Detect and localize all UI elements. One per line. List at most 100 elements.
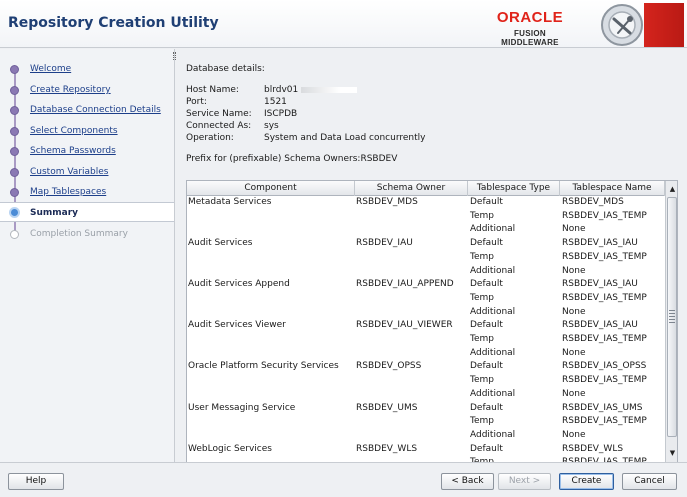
cell-tablespace-name: None <box>562 306 586 317</box>
cell-tablespace-type: Additional <box>470 306 516 317</box>
col-header-component[interactable]: Component <box>187 181 355 196</box>
table-row[interactable]: Additional None <box>187 306 665 320</box>
table-row[interactable]: User Messaging Service RSBDEV_UMS Default R… <box>187 402 665 416</box>
scroll-grip-icon <box>669 310 675 324</box>
table-row[interactable]: Temp RSBDEV_IAS_TEMP <box>187 210 665 224</box>
fusion-middleware-text: FUSION MIDDLEWARE <box>501 29 559 47</box>
table-row[interactable]: Oracle Platform Security Services RSBDEV_… <box>187 360 665 374</box>
table-row[interactable]: Metadata Services RSBDEV_MDS Default RSBDEV… <box>187 196 665 210</box>
step-status-icon <box>10 230 19 239</box>
cell-tablespace-type: Default <box>470 197 503 207</box>
table-row[interactable]: Additional None <box>187 388 665 402</box>
cell-tablespace-name: RSBDEV_IAS_TEMP <box>562 292 647 303</box>
col-header-tablespace-name[interactable]: Tablespace Name <box>560 181 665 196</box>
operation-value: System and Data Load concurrently <box>264 133 426 143</box>
oracle-brand-text: ORACLE <box>496 9 564 26</box>
service-name-label: Service Name: <box>186 109 252 119</box>
cell-tablespace-type: Default <box>470 238 503 249</box>
table-row[interactable]: Audit Services Append RSBDEV_IAU_APPEND De… <box>187 278 665 292</box>
table-header: Component Schema Owner Tablespace Type T… <box>187 181 665 196</box>
col-header-tablespace-type[interactable]: Tablespace Type <box>468 181 560 196</box>
fusion-emblem-icon <box>601 4 643 46</box>
step-status-icon <box>10 147 19 156</box>
nav-step-custom-variables[interactable]: Custom Variables <box>0 162 174 182</box>
nav-step-label: Create Repository <box>30 85 111 95</box>
oracle-logo: ORACLE FUSION MIDDLEWARE <box>488 9 572 48</box>
nav-step-label: Map Tablespaces <box>30 187 107 197</box>
step-status-icon <box>9 207 20 218</box>
step-status-icon <box>10 106 19 115</box>
cell-schema-owner: RSBDEV_IAU_VIEWER <box>356 320 453 331</box>
cell-component: Oracle Platform Security Services <box>188 361 339 372</box>
table-row[interactable]: Audit Services RSBDEV_IAU Default RSBDEV_IA… <box>187 237 665 251</box>
cell-component: Metadata Services <box>188 197 272 207</box>
host-name-row: Host Name: blrdv01 <box>186 85 358 95</box>
nav-step-map-tablespaces[interactable]: Map Tablespaces <box>0 182 174 202</box>
connected-as-row: Connected As: sys <box>186 121 279 131</box>
nav-step-database-connection-details[interactable]: Database Connection Details <box>0 100 174 120</box>
redaction-mask <box>301 86 358 93</box>
help-button[interactable]: Help <box>8 473 64 490</box>
nav-step-label: Select Components <box>30 126 118 136</box>
table-row[interactable]: Temp RSBDEV_IAS_TEMP <box>187 251 665 265</box>
connected-as-label: Connected As: <box>186 121 252 131</box>
scroll-down-arrow-icon[interactable]: ▼ <box>668 448 677 458</box>
cell-tablespace-name: None <box>562 388 586 399</box>
cell-tablespace-name: RSBDEV_IAS_TEMP <box>562 416 647 427</box>
cell-component: Audit Services <box>188 238 253 249</box>
nav-step-label: Database Connection Details <box>30 105 161 115</box>
step-status-icon <box>10 127 19 136</box>
cell-component: Audit Services Append <box>188 279 290 290</box>
scroll-up-arrow-icon[interactable]: ▲ <box>668 184 677 194</box>
cell-tablespace-type: Default <box>470 443 503 454</box>
table-row[interactable]: Additional None <box>187 429 665 443</box>
table-row[interactable]: Temp RSBDEV_IAS_TEMP <box>187 333 665 347</box>
brand-red-bar <box>644 3 684 47</box>
cell-tablespace-type: Temp <box>470 251 494 262</box>
port-label: Port: <box>186 97 207 107</box>
table-row[interactable]: Temp RSBDEV_IAS_TEMP <box>187 292 665 306</box>
next-button[interactable]: Next > <box>498 473 551 490</box>
create-button[interactable]: Create <box>559 473 614 490</box>
operation-label: Operation: <box>186 133 234 143</box>
port-row: Port: 1521 <box>186 97 287 107</box>
cell-tablespace-name: None <box>562 429 586 440</box>
cell-tablespace-type: Temp <box>470 334 494 344</box>
table-row[interactable]: Additional None <box>187 347 665 361</box>
table-row[interactable]: Additional None <box>187 223 665 237</box>
table-row[interactable]: Audit Services Viewer RSBDEV_IAU_VIEWER De… <box>187 319 665 333</box>
host-name-value: blrdv01 <box>264 85 299 95</box>
cell-tablespace-name: RSBDEV_IAS_TEMP <box>562 251 647 262</box>
table-row[interactable]: Temp RSBDEV_IAS_TEMP <box>187 415 665 429</box>
step-status-icon <box>10 188 19 197</box>
app-title: Repository Creation Utility <box>8 15 219 31</box>
cell-tablespace-name: None <box>562 347 586 358</box>
port-value: 1521 <box>264 97 287 107</box>
nav-step-create-repository[interactable]: Create Repository <box>0 80 174 100</box>
nav-step-summary[interactable]: Summary <box>0 202 174 222</box>
nav-step-welcome[interactable]: Welcome <box>0 59 174 79</box>
table-vertical-scrollbar[interactable]: ▲ ▼ <box>665 181 677 462</box>
step-status-icon <box>10 168 19 177</box>
table-row[interactable]: WebLogic Services RSBDEV_WLS Default RSBDEV… <box>187 443 665 457</box>
back-button[interactable]: < Back <box>441 473 494 490</box>
table-row[interactable]: Additional None <box>187 265 665 279</box>
summary-panel: Database details: Host Name: blrdv01 Port… <box>176 49 687 463</box>
nav-step-schema-passwords[interactable]: Schema Passwords <box>0 141 174 161</box>
nav-step-select-components[interactable]: Select Components <box>0 121 174 141</box>
cell-tablespace-name: RSBDEV_IAS_IAU <box>562 279 638 290</box>
nav-step-label: Summary <box>30 208 79 218</box>
table-row[interactable]: Temp RSBDEV_IAS_TEMP <box>187 374 665 388</box>
cell-tablespace-name: None <box>562 265 586 276</box>
service-name-row: Service Name: ISCPDB <box>186 109 297 119</box>
cell-tablespace-name: RSBDEV_IAS_TEMP <box>562 210 647 221</box>
cell-tablespace-type: Additional <box>470 388 516 399</box>
database-details-heading: Database details: <box>186 64 265 74</box>
cell-component: User Messaging Service <box>188 402 296 413</box>
cell-tablespace-name: RSBDEV_IAS_TEMP <box>562 334 647 344</box>
col-header-schema-owner[interactable]: Schema Owner <box>355 181 468 196</box>
cell-tablespace-type: Additional <box>470 224 516 235</box>
cancel-button[interactable]: Cancel <box>622 473 677 490</box>
nav-step-completion-summary: Completion Summary <box>0 224 174 244</box>
scroll-thumb[interactable] <box>667 197 677 437</box>
